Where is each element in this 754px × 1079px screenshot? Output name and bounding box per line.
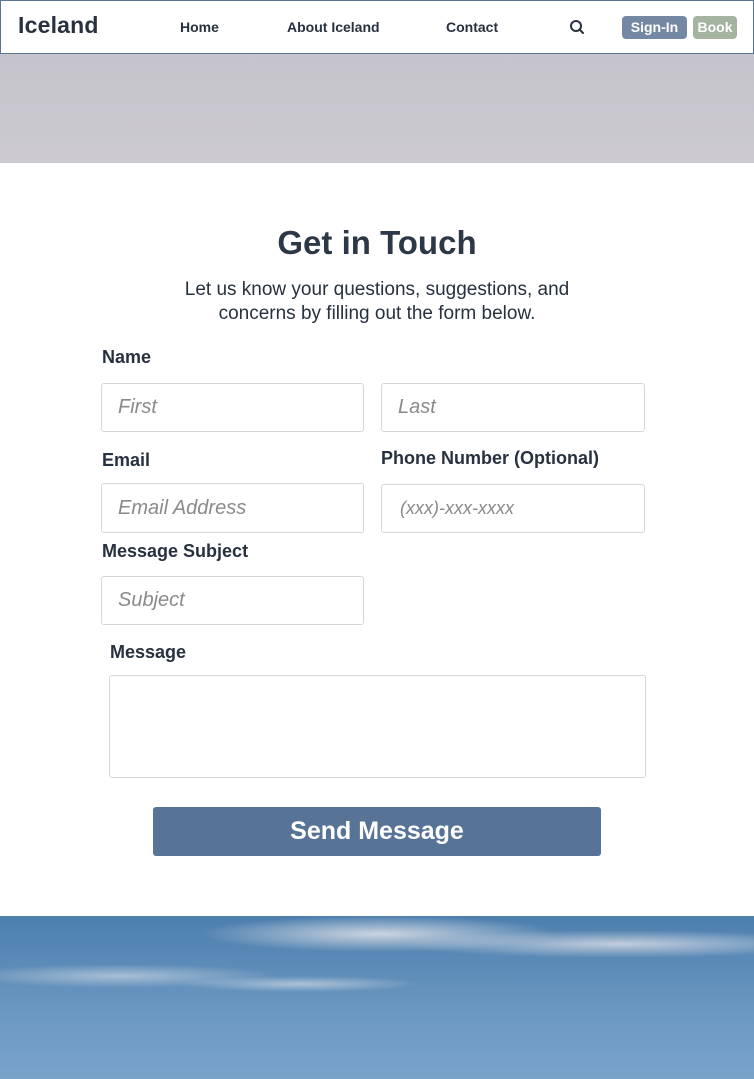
page-title: Get in Touch (277, 224, 477, 261)
search-icon[interactable] (569, 19, 585, 35)
sign-in-button[interactable]: Sign-In (622, 16, 687, 39)
message-label: Message (110, 642, 187, 662)
subject-label: Message Subject (102, 541, 249, 561)
hero-image-bottom (0, 916, 754, 1079)
top-navbar: Iceland Home About Iceland Contact Sign-… (0, 0, 754, 54)
nav-link-contact[interactable]: Contact (446, 19, 498, 35)
page-subtitle: Let us know your questions, suggestions,… (150, 278, 604, 326)
first-name-input[interactable]: First (101, 383, 364, 432)
subject-placeholder: Subject (118, 589, 185, 611)
phone-placeholder: (xxx)-xxx-xxxx (400, 498, 514, 518)
subtitle-line-2: concerns by filling out the form below. (218, 303, 536, 324)
nav-link-home[interactable]: Home (180, 19, 219, 35)
email-label: Email (102, 450, 151, 470)
subtitle-line-1: Let us know your questions, suggestions,… (184, 279, 570, 300)
subject-input[interactable]: Subject (101, 576, 364, 625)
nav-link-about-iceland[interactable]: About Iceland (287, 19, 380, 35)
first-name-placeholder: First (118, 396, 157, 418)
book-button[interactable]: Book (693, 16, 737, 39)
send-message-button[interactable]: Send Message (153, 807, 601, 856)
last-name-input[interactable]: Last (381, 383, 645, 432)
phone-label: Phone Number (Optional) (381, 448, 599, 468)
message-textarea[interactable] (109, 675, 646, 778)
phone-input[interactable]: (xxx)-xxx-xxxx (381, 484, 645, 533)
email-input[interactable]: Email Address (101, 483, 364, 533)
site-logo[interactable]: Iceland (18, 12, 99, 39)
email-placeholder: Email Address (118, 496, 247, 519)
name-label: Name (102, 347, 152, 367)
hero-image-top (0, 54, 754, 163)
last-name-placeholder: Last (398, 396, 436, 418)
